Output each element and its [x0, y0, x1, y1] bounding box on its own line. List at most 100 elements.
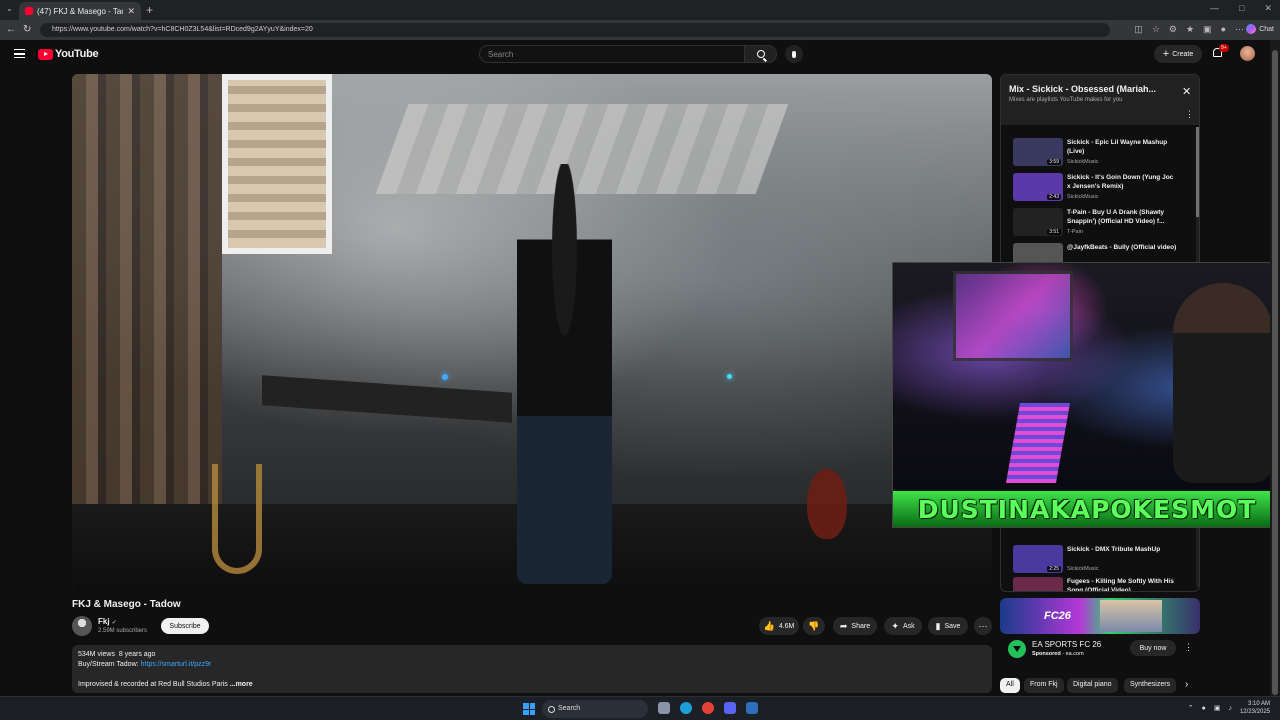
playlist-item-title[interactable]: @JayfkBeats - Bully (Official video) — [1067, 243, 1177, 252]
duration-badge: 3:51 — [1047, 229, 1061, 235]
ad-card[interactable]: FC26 EA SPORTS FC 26 Sponsored · ea.com … — [1000, 598, 1200, 664]
profile-icon[interactable]: ● — [1221, 24, 1226, 35]
close-window-icon[interactable]: ✕ — [1264, 3, 1272, 14]
ad-menu-icon[interactable]: ⋮ — [1184, 642, 1193, 653]
copilot-chat-button[interactable]: Chat — [1246, 24, 1274, 34]
tab-close-icon[interactable]: ✕ — [127, 6, 135, 17]
mic-tray-icon[interactable]: ● — [1202, 705, 1206, 712]
chip-digital-piano[interactable]: Digital piano — [1067, 678, 1118, 693]
video-player[interactable] — [72, 74, 992, 592]
steam-icon[interactable] — [746, 702, 758, 714]
new-tab-icon[interactable]: + — [146, 3, 153, 17]
playlist-item[interactable]: 3:59 Sickick - Epic Lil Wayne Mashup (Liv… — [1013, 138, 1193, 170]
collections-icon[interactable]: ▣ — [1203, 24, 1212, 35]
extension-icon[interactable]: ⚙ — [1169, 24, 1177, 35]
playlist-header: Mix - Sickick - Obsessed (Mariah... Mixe… — [1001, 75, 1199, 125]
playlist-scroll-thumb[interactable] — [1196, 127, 1199, 217]
playlist-item[interactable]: 2:43 Sickick - It's Goin Down (Yung Joc x… — [1013, 173, 1193, 205]
playlist-item-title[interactable]: T-Pain - Buy U A Drank (Shawty Snappin')… — [1067, 208, 1177, 226]
more-actions-icon[interactable]: ⋯ — [974, 617, 992, 635]
description-box[interactable]: 534M views 8 years ago Buy/Stream Tadow:… — [72, 645, 992, 693]
chip-synthesizers[interactable]: Synthesizers — [1124, 678, 1177, 693]
search-button[interactable] — [745, 45, 777, 63]
notification-badge: 9+ — [1219, 44, 1229, 52]
ad-banner-image[interactable]: FC26 — [1000, 598, 1200, 634]
youtube-header: YouTube Search + Create 9+ — [0, 40, 1268, 68]
favorites-icon[interactable]: ★ — [1186, 24, 1194, 35]
playlist-thumbnail[interactable]: 2:25 — [1013, 545, 1063, 573]
playlist-title[interactable]: Mix - Sickick - Obsessed (Mariah... — [1009, 84, 1169, 94]
youtube-play-icon — [38, 48, 53, 60]
chat-label: Chat — [1259, 25, 1274, 33]
playlist-thumbnail[interactable] — [1013, 577, 1063, 591]
like-button[interactable]: 👍 4.6M — [759, 617, 799, 635]
playlist-item-title[interactable]: Sickick - It's Goin Down (Yung Joc x Jen… — [1067, 173, 1177, 191]
back-icon[interactable]: ← — [6, 24, 16, 35]
discord-icon[interactable] — [724, 702, 736, 714]
close-icon[interactable]: ✕ — [1182, 85, 1191, 98]
chip-all[interactable]: All — [1000, 678, 1020, 693]
playlist-item[interactable]: 2:25 Sickick - DMX Tribute MashUp SickickM… — [1013, 545, 1193, 577]
create-button[interactable]: + Create — [1154, 45, 1202, 63]
show-more-link[interactable]: ...more — [230, 681, 253, 688]
search-icon — [756, 50, 765, 58]
browser-menu-icon[interactable]: ⋯ — [1235, 24, 1244, 35]
buy-now-button[interactable]: Buy now — [1130, 640, 1176, 656]
taskbar-search[interactable]: Search — [542, 700, 648, 718]
playlist-item-title[interactable]: Sickick - DMX Tribute MashUp — [1067, 545, 1177, 554]
playlist-item-channel: SickickMusic — [1067, 194, 1099, 200]
playlist-item[interactable]: Fugees - Killing Me Softly With His Song… — [1013, 577, 1193, 591]
url-field[interactable]: https://www.youtube.com/watch?v=hC8CH0Z3… — [40, 23, 1110, 37]
search-input[interactable]: Search — [479, 45, 745, 63]
ask-button[interactable]: ✦ Ask — [884, 617, 922, 635]
menu-icon[interactable] — [14, 49, 25, 58]
edge-icon[interactable] — [680, 702, 692, 714]
playlist-menu-icon[interactable]: ⋮ — [1185, 109, 1194, 120]
account-avatar[interactable] — [1240, 46, 1255, 61]
ad-title: EA SPORTS FC 26 — [1032, 640, 1102, 649]
playlist-thumbnail[interactable]: 2:43 — [1013, 173, 1063, 201]
chrome-icon[interactable] — [702, 702, 714, 714]
equipment-light — [727, 374, 732, 379]
browser-tab[interactable]: (47) FKJ & Masego - Tadow ✕ — [19, 2, 141, 20]
ad-logo-text: FC26 — [1044, 610, 1071, 622]
chevron-right-icon[interactable]: › — [1185, 679, 1188, 690]
windows-start-icon[interactable] — [523, 703, 535, 715]
chip-from-fkj[interactable]: From Fkj — [1024, 678, 1064, 693]
save-button[interactable]: ▮ Save — [928, 617, 968, 635]
channel-name[interactable]: Fkj ✓ — [98, 617, 117, 626]
clock[interactable]: 3:10 AM 12/23/2025 — [1240, 700, 1270, 716]
youtube-logo[interactable]: YouTube — [38, 48, 99, 60]
playlist-item-title[interactable]: Sickick - Epic Lil Wayne Mashup (Live) — [1067, 138, 1177, 156]
playlist-item-title[interactable]: Fugees - Killing Me Softly With His Song… — [1067, 577, 1177, 591]
maximize-icon[interactable]: □ — [1239, 3, 1244, 14]
tray-chevron-icon[interactable]: ⌃ — [1188, 704, 1194, 712]
share-label: Share — [851, 622, 871, 630]
description-link[interactable]: https://smarturl.it/pzz9r — [141, 661, 212, 668]
voice-search-button[interactable] — [785, 45, 803, 63]
related-chips: All From Fkj Digital piano Synthesizers — [1000, 678, 1200, 694]
acoustic-panel-frame — [222, 74, 332, 254]
channel-avatar[interactable] — [72, 616, 92, 636]
task-view-icon[interactable] — [658, 702, 670, 714]
view-stats: 534M views 8 years ago — [78, 651, 156, 658]
reload-icon[interactable]: ↻ — [23, 24, 31, 35]
subscribe-button[interactable]: Subscribe — [161, 618, 209, 634]
app-icon[interactable]: ◫ — [1134, 24, 1143, 35]
share-button[interactable]: ➦ Share — [833, 617, 877, 635]
network-icon[interactable]: ▣ — [1214, 704, 1221, 712]
page-scrollbar[interactable] — [1270, 40, 1280, 696]
playlist-item[interactable]: 3:51 T-Pain - Buy U A Drank (Shawty Snapp… — [1013, 208, 1193, 240]
dislike-button[interactable]: 👎 — [803, 617, 825, 635]
volume-icon[interactable]: ♪ — [1228, 705, 1232, 712]
system-tray: ⌃ ● ▣ ♪ 3:10 AM 12/23/2025 — [1188, 700, 1270, 716]
playlist-thumbnail[interactable]: 3:51 — [1013, 208, 1063, 236]
minimize-icon[interactable]: — — [1210, 3, 1219, 14]
description-line-1: Buy/Stream Tadow: https://smarturl.it/pz… — [78, 661, 212, 668]
page-scroll-thumb[interactable] — [1272, 50, 1278, 695]
address-bar-row: ← ↻ https://www.youtube.com/watch?v=hC8C… — [0, 20, 1280, 40]
playlist-thumbnail[interactable]: 3:59 — [1013, 138, 1063, 166]
favorite-star-icon[interactable]: ☆ — [1152, 24, 1160, 35]
equipment-light — [442, 374, 448, 380]
tab-actions-icon[interactable]: ⌄ — [6, 4, 13, 13]
